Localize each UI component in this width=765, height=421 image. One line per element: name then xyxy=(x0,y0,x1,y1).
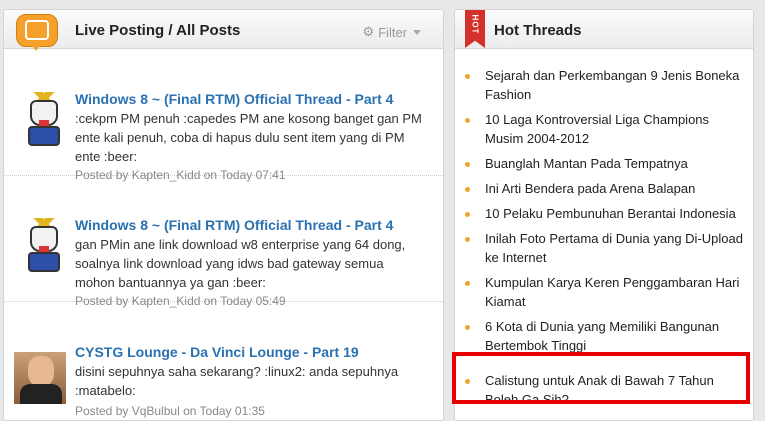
page-scrollbar[interactable] xyxy=(755,0,765,413)
post-title-link[interactable]: Windows 8 ~ (Final RTM) Official Thread … xyxy=(75,217,393,233)
gundam-body xyxy=(28,126,60,146)
post-item: Windows 8 ~ (Final RTM) Official Thread … xyxy=(4,175,443,308)
photo-face xyxy=(28,356,54,386)
filter-dropdown[interactable]: ⚙ Filter xyxy=(362,24,421,40)
bullet-icon xyxy=(465,325,470,330)
thread-link[interactable]: 10 Pelaku Pembunuhan Berantai Indonesia xyxy=(485,204,743,223)
live-posting-title: Live Posting / All Posts xyxy=(75,22,241,39)
kaskus-logo-glyph xyxy=(25,20,49,40)
highlight-box xyxy=(452,352,750,404)
hot-ribbon-label: HOT xyxy=(470,14,480,35)
post-item: Windows 8 ~ (Final RTM) Official Thread … xyxy=(4,49,443,182)
avatar[interactable] xyxy=(22,218,66,274)
post-title-link[interactable]: Windows 8 ~ (Final RTM) Official Thread … xyxy=(75,91,393,107)
bullet-icon xyxy=(465,187,470,192)
hot-ribbon-icon: HOT xyxy=(465,10,485,48)
thread-link[interactable]: Sejarah dan Perkembangan 9 Jenis Boneka … xyxy=(485,66,743,104)
post-title-link[interactable]: CYSTG Lounge - Da Vinci Lounge - Part 19 xyxy=(75,344,359,360)
post-body: :cekpm PM penuh :capedes PM ane kosong b… xyxy=(75,111,422,164)
thread-link[interactable]: Buanglah Mantan Pada Tempatnya xyxy=(485,154,743,173)
hot-threads-header: HOT Hot Threads xyxy=(455,10,753,49)
live-posting-panel: Live Posting / All Posts ⚙ Filter Window… xyxy=(3,9,444,421)
avatar[interactable] xyxy=(22,92,66,148)
thread-link[interactable]: 10 Laga Kontroversial Liga Champions Mus… xyxy=(485,110,743,148)
hot-threads-title: Hot Threads xyxy=(494,22,582,39)
chevron-down-icon xyxy=(413,29,421,35)
post-body: gan PMin ane link download w8 enterprise… xyxy=(75,237,406,290)
bullet-icon xyxy=(465,162,470,167)
bullet-icon xyxy=(465,237,470,242)
bullet-icon xyxy=(465,74,470,79)
gear-icon: ⚙ xyxy=(362,24,375,39)
thread-link[interactable]: Kumpulan Karya Keren Penggambaran Hari K… xyxy=(485,273,743,311)
thread-link[interactable]: 6 Kota di Dunia yang Memiliki Bangunan B… xyxy=(485,317,743,355)
post-meta: Posted by VqBulbul on Today 01:35 xyxy=(75,404,265,418)
bullet-icon xyxy=(465,118,470,123)
post-body: disini sepuhnya saha sekarang? :linux2: … xyxy=(75,364,399,398)
avatar[interactable] xyxy=(14,352,66,404)
live-posting-header: Live Posting / All Posts ⚙ Filter xyxy=(4,10,443,51)
bullet-icon xyxy=(465,281,470,286)
bullet-icon xyxy=(465,212,470,217)
post-item: CYSTG Lounge - Da Vinci Lounge - Part 19… xyxy=(4,301,443,420)
gundam-body xyxy=(28,252,60,272)
thread-link[interactable]: Inilah Foto Pertama di Dunia yang Di-Upl… xyxy=(485,229,743,267)
filter-label: Filter xyxy=(378,24,407,40)
thread-link[interactable]: Ini Arti Bendera pada Arena Balapan xyxy=(485,179,743,198)
photo-shirt xyxy=(20,384,62,404)
